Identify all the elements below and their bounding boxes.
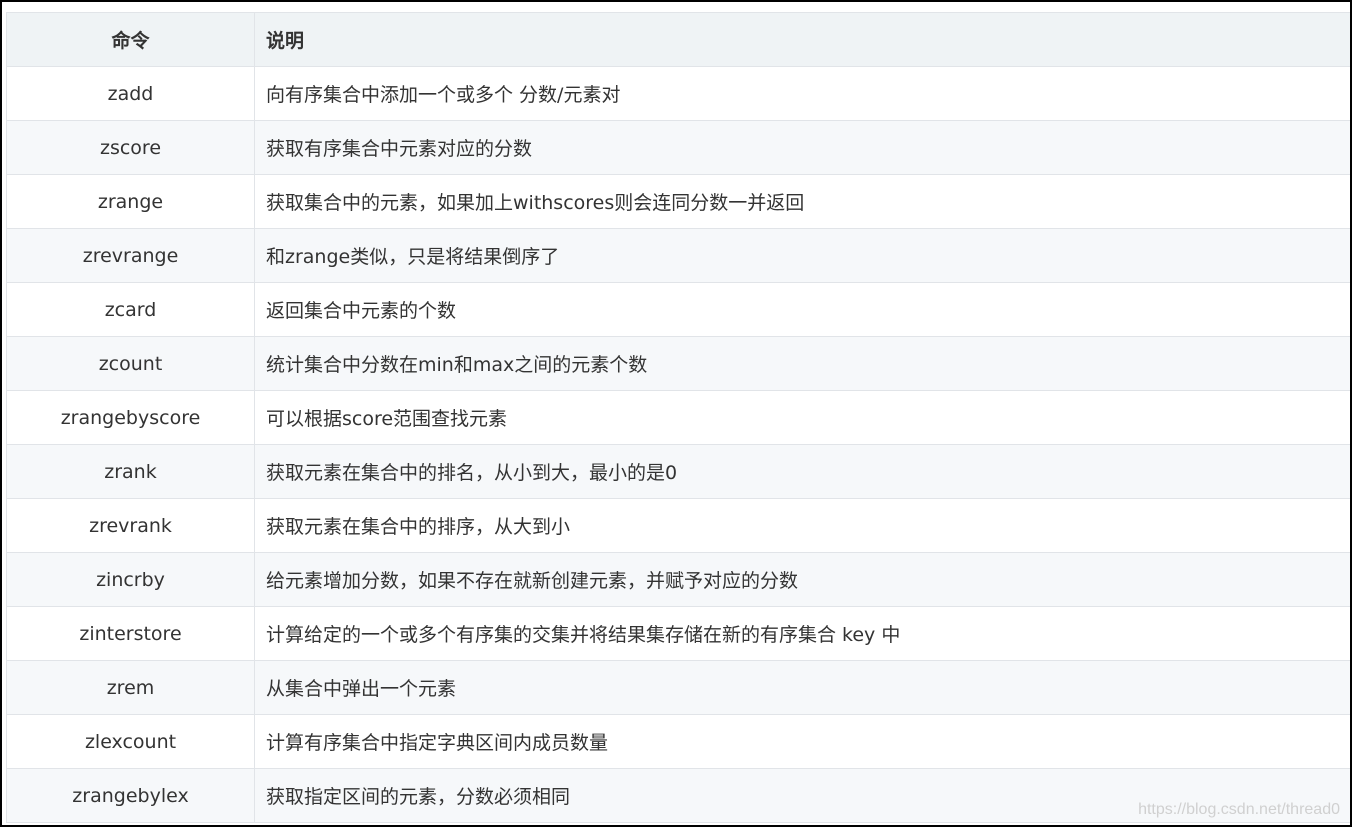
- description-cell: 返回集合中元素的个数: [254, 282, 1350, 337]
- command-cell: zadd: [6, 66, 255, 121]
- table-row: zrank 获取元素在集合中的排名，从小到大，最小的是0: [6, 444, 1350, 499]
- description-cell: 获取元素在集合中的排名，从小到大，最小的是0: [254, 444, 1350, 499]
- table-body: zadd 向有序集合中添加一个或多个 分数/元素对 zscore 获取有序集合中…: [6, 66, 1350, 823]
- table-row: zrangebyscore 可以根据score范围查找元素: [6, 390, 1350, 445]
- command-cell: zincrby: [6, 552, 255, 607]
- description-cell: 和zrange类似，只是将结果倒序了: [254, 228, 1350, 283]
- command-cell: zrangebyscore: [6, 390, 255, 445]
- command-cell: zrem: [6, 660, 255, 715]
- table-row: zrevrank 获取元素在集合中的排序，从大到小: [6, 498, 1350, 553]
- table-row: zlexcount 计算有序集合中指定字典区间内成员数量: [6, 714, 1350, 769]
- table-row: zrange 获取集合中的元素，如果加上withscores则会连同分数一并返回: [6, 174, 1350, 229]
- table-row: zrem 从集合中弹出一个元素: [6, 660, 1350, 715]
- table-row: zadd 向有序集合中添加一个或多个 分数/元素对: [6, 66, 1350, 121]
- table-row: zincrby 给元素增加分数，如果不存在就新创建元素，并赋予对应的分数: [6, 552, 1350, 607]
- description-cell: 获取集合中的元素，如果加上withscores则会连同分数一并返回: [254, 174, 1350, 229]
- table-row: zcount 统计集合中分数在min和max之间的元素个数: [6, 336, 1350, 391]
- description-cell: 计算给定的一个或多个有序集的交集并将结果集存储在新的有序集合 key 中: [254, 606, 1350, 661]
- header-description: 说明: [254, 12, 1350, 67]
- description-cell: 向有序集合中添加一个或多个 分数/元素对: [254, 66, 1350, 121]
- watermark-text: https://blog.csdn.net/thread0: [1138, 801, 1340, 818]
- description-cell: 获取有序集合中元素对应的分数: [254, 120, 1350, 175]
- table-row: zrevrange 和zrange类似，只是将结果倒序了: [6, 228, 1350, 283]
- command-cell: zrank: [6, 444, 255, 499]
- description-cell: 可以根据score范围查找元素: [254, 390, 1350, 445]
- command-cell: zrevrank: [6, 498, 255, 553]
- table-row: zscore 获取有序集合中元素对应的分数: [6, 120, 1350, 175]
- command-cell: zlexcount: [6, 714, 255, 769]
- command-table: 命令 说明 zadd 向有序集合中添加一个或多个 分数/元素对 zscore 获…: [6, 12, 1350, 823]
- command-cell: zscore: [6, 120, 255, 175]
- description-cell: 统计集合中分数在min和max之间的元素个数: [254, 336, 1350, 391]
- command-cell: zinterstore: [6, 606, 255, 661]
- command-cell: zcard: [6, 282, 255, 337]
- description-cell: 计算有序集合中指定字典区间内成员数量: [254, 714, 1350, 769]
- table-row: zinterstore 计算给定的一个或多个有序集的交集并将结果集存储在新的有序…: [6, 606, 1350, 661]
- description-cell: 从集合中弹出一个元素: [254, 660, 1350, 715]
- document-frame: 命令 说明 zadd 向有序集合中添加一个或多个 分数/元素对 zscore 获…: [0, 0, 1352, 827]
- command-cell: zrange: [6, 174, 255, 229]
- header-command: 命令: [6, 12, 255, 67]
- description-cell: 给元素增加分数，如果不存在就新创建元素，并赋予对应的分数: [254, 552, 1350, 607]
- description-cell: 获取元素在集合中的排序，从大到小: [254, 498, 1350, 553]
- command-cell: zrevrange: [6, 228, 255, 283]
- table-header-row: 命令 说明: [6, 12, 1350, 67]
- command-cell: zcount: [6, 336, 255, 391]
- command-cell: zrangebylex: [6, 768, 255, 823]
- table-row: zcard 返回集合中元素的个数: [6, 282, 1350, 337]
